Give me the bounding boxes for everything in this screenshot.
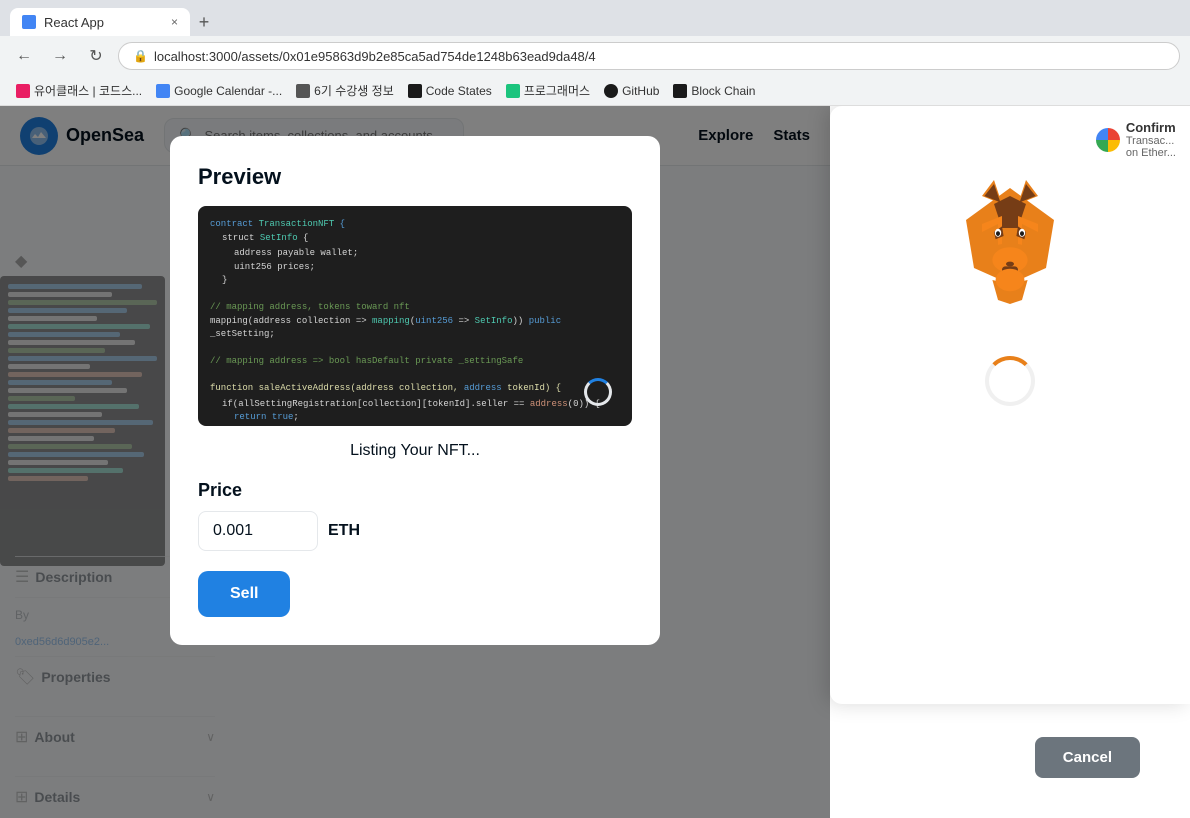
code-spinner-container — [584, 378, 612, 406]
bookmark-favicon-3 — [296, 84, 310, 98]
tab-label: React App — [44, 15, 104, 30]
metamask-spinner — [985, 356, 1035, 406]
price-input[interactable] — [198, 511, 318, 551]
currency-label: ETH — [328, 522, 360, 540]
refresh-button[interactable]: ↻ — [82, 42, 110, 70]
bookmarks-bar: 유어클래스 | 코드스... Google Calendar -... 6기 수… — [0, 76, 1190, 106]
confirm-text-block: Confirm Transac... on Ether... — [1126, 120, 1176, 159]
modal-title: Preview — [198, 164, 632, 190]
forward-button[interactable]: → — [46, 42, 74, 70]
lock-icon: 🔒 — [133, 49, 148, 63]
bookmark-yourcl[interactable]: 유어클래스 | 코드스... — [10, 80, 148, 101]
bookmark-favicon-7 — [673, 84, 687, 98]
metamask-panel: Confirm Transac... on Ether... — [830, 106, 1190, 704]
code-preview-box: contract TransactionNFT { struct SetInfo… — [198, 206, 632, 426]
bookmark-label-3: 6기 수강생 정보 — [314, 82, 394, 99]
bookmark-favicon-6 — [604, 84, 618, 98]
page-area: OpenSea 🔍 Explore Stats ◆ — [0, 106, 1190, 818]
tab-bar: React App × + — [0, 0, 1190, 36]
bookmark-favicon-1 — [16, 84, 30, 98]
bookmark-label-5: 프로그래머스 — [524, 82, 590, 99]
metamask-fox-svg — [930, 156, 1090, 316]
sell-button[interactable]: Sell — [198, 571, 290, 617]
bookmark-label-4: Code States — [426, 84, 492, 98]
loading-spinner — [584, 378, 612, 406]
bookmark-favicon-4 — [408, 84, 422, 98]
modal-overlay: Preview contract TransactionNFT { struct… — [0, 106, 830, 818]
confirm-title: Confirm — [1126, 120, 1176, 135]
new-tab-button[interactable]: + — [190, 8, 218, 36]
chrome-icon — [1096, 128, 1120, 152]
bookmark-favicon-2 — [156, 84, 170, 98]
price-label: Price — [198, 480, 632, 501]
tab-close-button[interactable]: × — [171, 15, 178, 29]
nav-bar: ← → ↻ 🔒 localhost:3000/assets/0x01e95863… — [0, 36, 1190, 76]
price-input-row: ETH — [198, 511, 632, 551]
bookmark-codestates[interactable]: Code States — [402, 82, 498, 100]
bookmark-favicon-5 — [506, 84, 520, 98]
confirm-header: Confirm Transac... on Ether... — [1096, 120, 1176, 159]
bookmark-label-2: Google Calendar -... — [174, 84, 282, 98]
listing-modal: Preview contract TransactionNFT { struct… — [170, 136, 660, 645]
tab-favicon — [22, 15, 36, 29]
address-text: localhost:3000/assets/0x01e95863d9b2e85c… — [154, 49, 596, 64]
cancel-button[interactable]: Cancel — [1035, 737, 1140, 778]
bookmark-github[interactable]: GitHub — [598, 82, 665, 100]
back-button[interactable]: ← — [10, 42, 38, 70]
bookmark-label-7: Block Chain — [691, 84, 755, 98]
confirm-suffix: on Ether... — [1126, 147, 1176, 159]
bookmark-label-6: GitHub — [622, 84, 659, 98]
bookmark-programmers[interactable]: 프로그래머스 — [500, 80, 596, 101]
bookmark-blockchain[interactable]: Block Chain — [667, 82, 761, 100]
bookmark-label-1: 유어클래스 | 코드스... — [34, 82, 142, 99]
bookmark-student[interactable]: 6기 수강생 정보 — [290, 80, 400, 101]
active-tab[interactable]: React App × — [10, 8, 190, 36]
price-section: Price ETH — [198, 480, 632, 551]
code-preview-text: contract TransactionNFT { struct SetInfo… — [210, 218, 620, 426]
address-bar[interactable]: 🔒 localhost:3000/assets/0x01e95863d9b2e8… — [118, 42, 1180, 70]
confirm-subtitle: Transac... — [1126, 135, 1176, 147]
bookmark-gcal[interactable]: Google Calendar -... — [150, 82, 288, 100]
metamask-fox-container — [930, 156, 1090, 316]
listing-status-text: Listing Your NFT... — [198, 442, 632, 460]
